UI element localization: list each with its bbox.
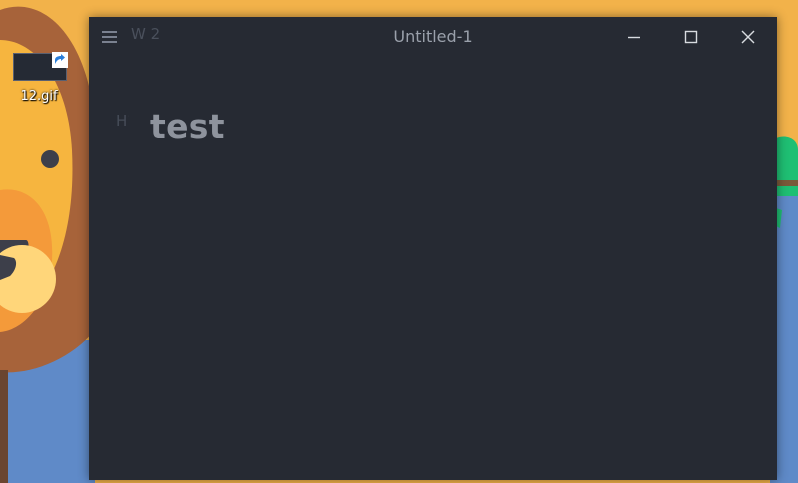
title-bar[interactable]: W 2 Untitled-1 <box>89 17 777 57</box>
desktop: 12.gif W 2 Untitled-1 H test <box>0 0 798 483</box>
close-button[interactable] <box>723 17 773 57</box>
minimize-icon <box>628 36 640 39</box>
maximize-icon <box>684 30 698 44</box>
gif-file-shortcut-icon <box>52 52 68 68</box>
desktop-icon-file[interactable]: 12.gif <box>6 50 72 112</box>
heading-level-marker: H1 <box>116 112 129 130</box>
editor-area[interactable]: H1 test <box>89 57 777 480</box>
desktop-icon-label: 12.gif <box>20 89 58 104</box>
close-icon <box>741 30 755 44</box>
minimize-button[interactable] <box>609 17 659 57</box>
maximize-button[interactable] <box>666 17 716 57</box>
heading-text[interactable]: test <box>150 107 225 146</box>
editor-window[interactable]: W 2 Untitled-1 H1 test <box>89 17 777 480</box>
